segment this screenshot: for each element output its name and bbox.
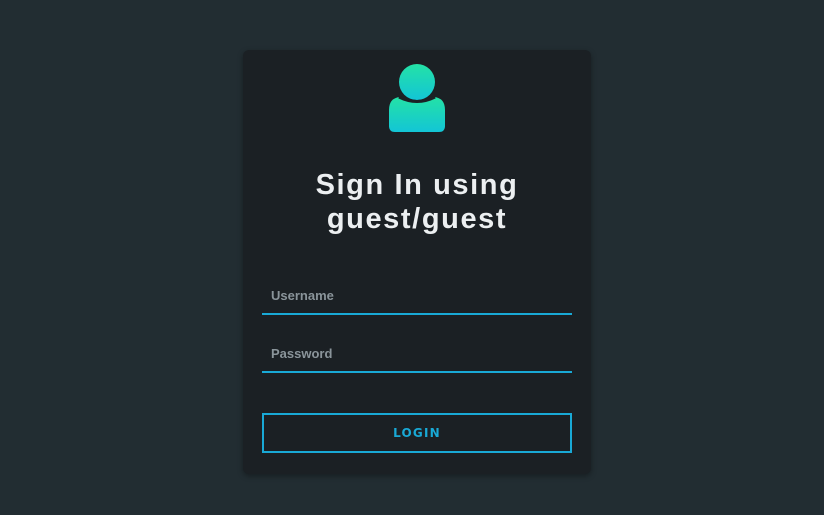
user-avatar-icon <box>389 64 445 132</box>
title-line-2: guest/guest <box>326 203 508 235</box>
password-field[interactable] <box>262 335 572 373</box>
username-field[interactable] <box>262 277 572 315</box>
login-card: Sign In using guest/guest LOGIN <box>243 50 591 474</box>
title-line-1: Sign In using <box>315 169 519 201</box>
login-button[interactable]: LOGIN <box>262 413 572 453</box>
page-title: Sign In using guest/guest <box>243 168 591 236</box>
